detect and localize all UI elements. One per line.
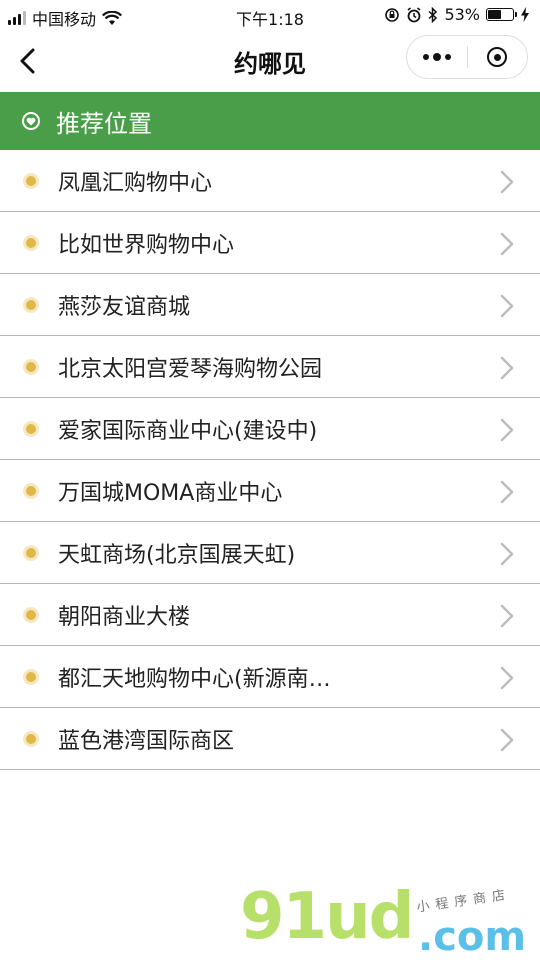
- battery-level-fill: [488, 10, 501, 19]
- chevron-right-icon: [500, 542, 514, 566]
- place-list-item[interactable]: 朝阳商业大楼: [0, 584, 540, 646]
- place-name: 比如世界购物中心: [58, 232, 235, 258]
- bullet-dot-icon: [26, 609, 36, 620]
- recommended-section-header: 推荐位置: [0, 92, 540, 150]
- close-miniprogram-icon: [487, 47, 508, 67]
- watermark-domain: .com: [418, 914, 527, 960]
- bullet-dot-icon: [26, 733, 36, 744]
- app-screen: 中国移动 下午1:18 53% 约哪见 推荐位置 凤凰汇购物中心 比如世界购物中…: [0, 0, 540, 960]
- place-name: 万国城MOMA商业中心: [58, 480, 283, 506]
- chevron-right-icon: [500, 418, 514, 442]
- alarm-icon: [407, 6, 421, 22]
- rotation-lock-icon: [385, 7, 400, 22]
- battery-percent: 53%: [444, 5, 480, 24]
- place-name: 都汇天地购物中心(新源南…: [58, 666, 331, 692]
- watermark: 91ud 小程序商店 .com: [240, 880, 540, 960]
- place-name: 北京太阳宫爱琴海购物公园: [58, 356, 323, 382]
- place-list-item[interactable]: 比如世界购物中心: [0, 212, 540, 274]
- chevron-right-icon: [500, 294, 514, 318]
- bullet-dot-icon: [26, 671, 36, 682]
- place-list-item[interactable]: 天虹商场(北京国展天虹): [0, 522, 540, 584]
- place-name: 蓝色港湾国际商区: [58, 728, 235, 754]
- chevron-right-icon: [500, 232, 514, 256]
- place-list-item[interactable]: 爱家国际商业中心(建设中): [0, 398, 540, 460]
- place-name: 凤凰汇购物中心: [58, 170, 213, 196]
- chevron-right-icon: [500, 666, 514, 690]
- place-list-item[interactable]: 北京太阳宫爱琴海购物公园: [0, 336, 540, 398]
- bullet-dot-icon: [26, 423, 36, 434]
- status-right: 53%: [384, 5, 530, 24]
- watermark-tagline: 小程序商店: [415, 887, 512, 916]
- chevron-right-icon: [500, 170, 514, 194]
- place-list-item[interactable]: 凤凰汇购物中心: [0, 150, 540, 212]
- close-miniprogram-button[interactable]: [468, 36, 528, 78]
- bullet-dot-icon: [26, 485, 36, 496]
- chevron-right-icon: [500, 728, 514, 752]
- battery-icon: [486, 8, 517, 21]
- navigation-bar: 约哪见: [0, 32, 540, 90]
- heart-location-icon: [22, 112, 40, 130]
- chevron-right-icon: [500, 604, 514, 628]
- place-name: 燕莎友谊商城: [58, 294, 191, 320]
- more-icon[interactable]: [407, 36, 467, 78]
- place-name: 爱家国际商业中心(建设中): [58, 418, 318, 444]
- bullet-dot-icon: [26, 547, 36, 558]
- place-name: 天虹商场(北京国展天虹): [58, 542, 296, 568]
- bullet-dot-icon: [26, 175, 36, 186]
- bullet-dot-icon: [26, 299, 36, 310]
- watermark-logo: 91ud: [240, 880, 414, 954]
- charging-icon: [521, 7, 529, 22]
- chevron-right-icon: [500, 356, 514, 380]
- miniprogram-capsule: [406, 35, 528, 79]
- place-list: 凤凰汇购物中心 比如世界购物中心 燕莎友谊商城北京太阳宫爱琴海购物公园 爱家国际商业中…: [0, 150, 540, 770]
- status-bar: 中国移动 下午1:18 53%: [0, 0, 540, 32]
- place-name: 朝阳商业大楼: [58, 604, 191, 630]
- bluetooth-icon: [428, 6, 438, 23]
- chevron-right-icon: [500, 480, 514, 504]
- place-list-item[interactable]: 都汇天地购物中心(新源南…: [0, 646, 540, 708]
- place-list-item[interactable]: 万国城MOMA商业中心: [0, 460, 540, 522]
- section-title: 推荐位置: [56, 109, 152, 138]
- place-list-item[interactable]: 蓝色港湾国际商区: [0, 708, 540, 770]
- bullet-dot-icon: [26, 361, 36, 372]
- place-list-item[interactable]: 燕莎友谊商城: [0, 274, 540, 336]
- bullet-dot-icon: [26, 237, 36, 248]
